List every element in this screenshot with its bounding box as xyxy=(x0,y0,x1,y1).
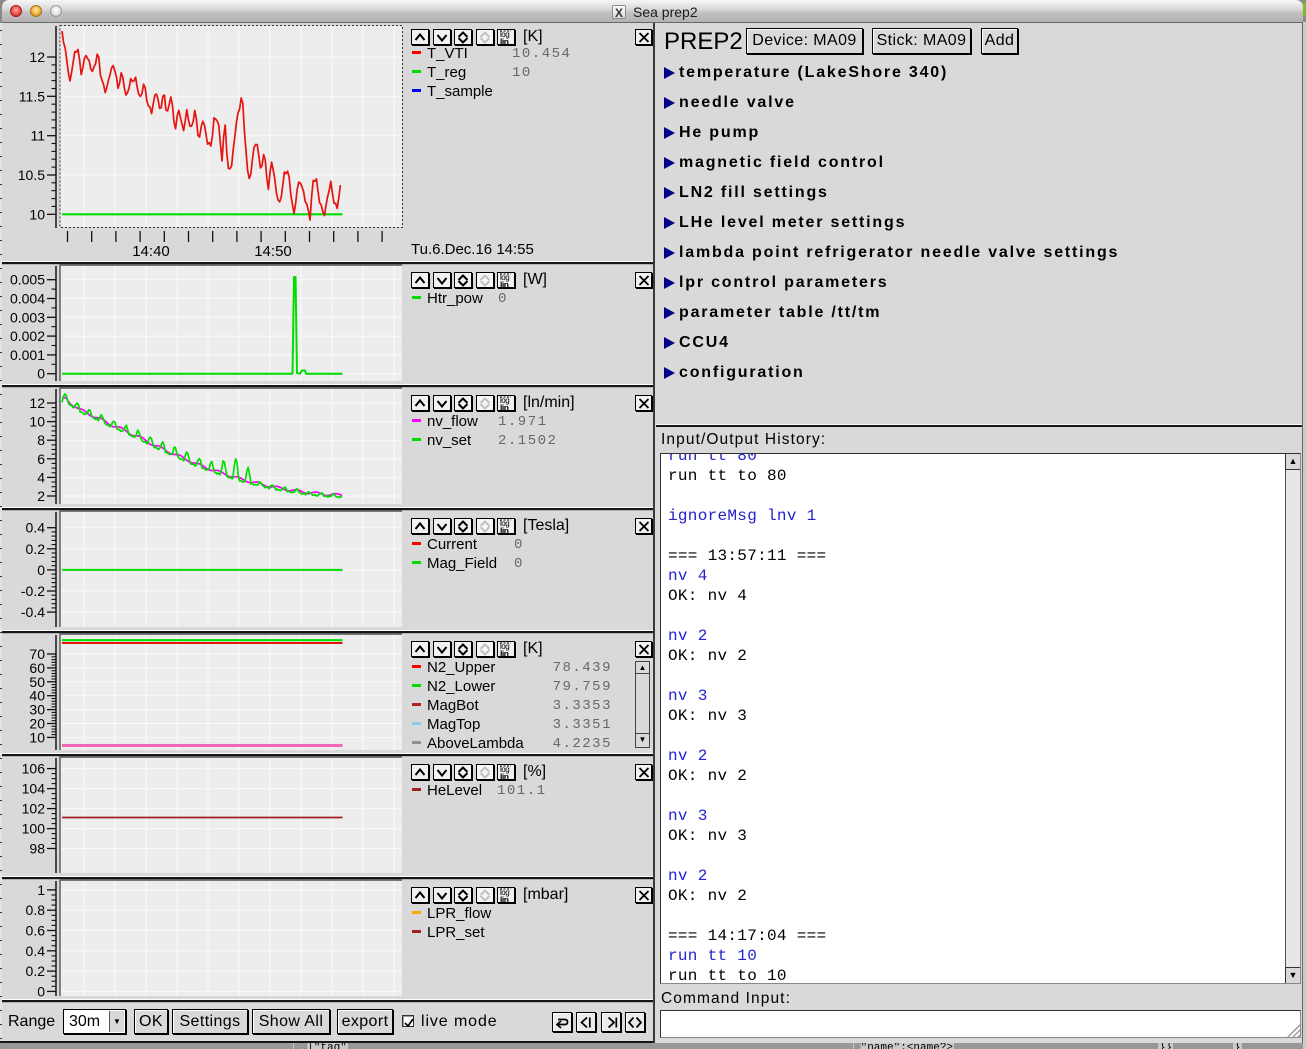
svg-text:lin: lin xyxy=(500,37,509,46)
svg-text:10: 10 xyxy=(29,414,45,430)
svg-text:14:50: 14:50 xyxy=(254,243,292,260)
svg-text:10.5: 10.5 xyxy=(18,167,45,183)
svg-text:lin: lin xyxy=(500,280,509,289)
svg-text:0.001: 0.001 xyxy=(10,347,45,363)
svg-text:0.002: 0.002 xyxy=(10,328,45,344)
svg-text:100: 100 xyxy=(22,821,46,837)
svg-text:8: 8 xyxy=(37,432,45,448)
svg-text:11: 11 xyxy=(30,128,45,144)
svg-text:0.004: 0.004 xyxy=(10,291,45,307)
svg-text:4: 4 xyxy=(37,469,45,485)
svg-text:0.2: 0.2 xyxy=(26,963,46,979)
svg-text:104: 104 xyxy=(22,781,46,797)
svg-text:102: 102 xyxy=(22,801,46,817)
svg-text:0.2: 0.2 xyxy=(26,541,46,557)
svg-text:6: 6 xyxy=(37,451,45,467)
svg-text:0.4: 0.4 xyxy=(26,943,46,959)
svg-text:12: 12 xyxy=(29,395,45,411)
svg-text:106: 106 xyxy=(22,761,46,777)
svg-text:10: 10 xyxy=(29,206,45,222)
svg-text:lin: lin xyxy=(500,895,509,904)
svg-text:2: 2 xyxy=(37,488,45,504)
svg-text:lin: lin xyxy=(500,772,509,781)
svg-text:12: 12 xyxy=(29,49,45,65)
svg-text:0.8: 0.8 xyxy=(26,902,46,918)
svg-text:0.6: 0.6 xyxy=(26,923,46,939)
svg-text:0: 0 xyxy=(37,983,45,999)
svg-text:lin: lin xyxy=(500,403,509,412)
svg-text:0.003: 0.003 xyxy=(10,309,45,325)
svg-text:0: 0 xyxy=(37,366,45,382)
svg-text:98: 98 xyxy=(29,841,45,857)
svg-text:-0.2: -0.2 xyxy=(21,583,45,599)
svg-text:-0.4: -0.4 xyxy=(21,604,45,620)
svg-text:1: 1 xyxy=(37,882,45,898)
svg-text:0.005: 0.005 xyxy=(10,272,45,288)
svg-text:14:40: 14:40 xyxy=(132,243,170,260)
svg-text:11.5: 11.5 xyxy=(19,88,45,104)
svg-text:lin: lin xyxy=(500,526,509,535)
svg-text:0: 0 xyxy=(37,562,45,578)
svg-text:0.4: 0.4 xyxy=(26,520,46,536)
svg-text:10: 10 xyxy=(29,729,45,745)
svg-text:lin: lin xyxy=(500,649,509,658)
